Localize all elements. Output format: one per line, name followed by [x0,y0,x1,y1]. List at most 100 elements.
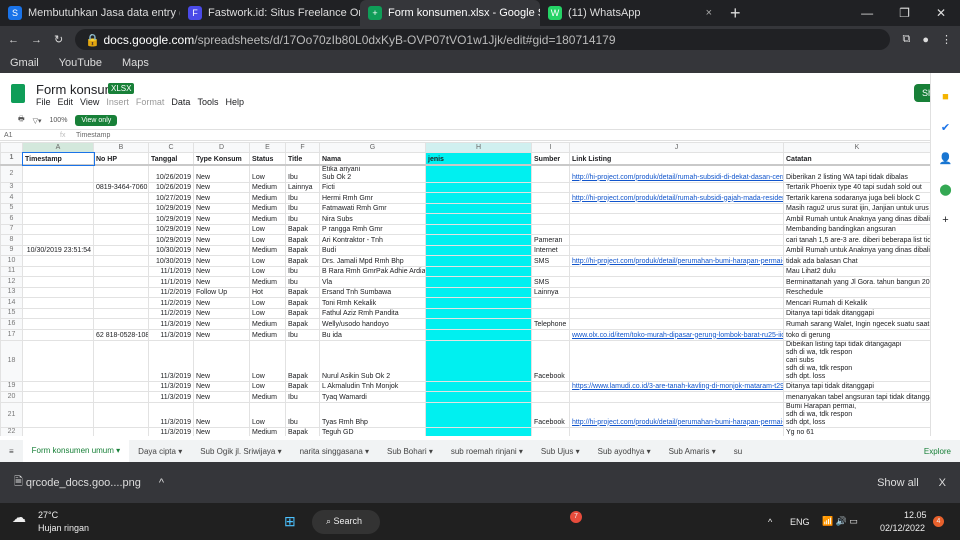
cell-a[interactable] [22,223,94,235]
cell-a[interactable] [22,296,94,309]
cell-e[interactable]: Low [249,296,286,309]
cell-k[interactable]: Masih ragu2 urus surat ijin, Janjian unt… [783,202,930,214]
sheet-tab[interactable]: Sub Ogik jl. Sriwijaya ▾ [191,447,290,456]
cell-b[interactable]: 0819-3464-7060 [93,181,149,193]
cell-d[interactable]: New [193,317,250,330]
cell-f[interactable]: Ibu [285,212,320,225]
cell-b[interactable] [93,254,149,267]
cell-b[interactable] [93,286,149,298]
cell-h[interactable] [425,202,532,214]
row-number[interactable]: 3 [0,181,23,193]
cell-a[interactable] [22,339,94,382]
profile-avatar[interactable]: ● [922,34,929,46]
cell-k[interactable]: Mau Lihat2 dulu [783,265,930,277]
cell-i[interactable]: Facebook [531,339,570,382]
cell-c[interactable]: 11/3/2019 [148,390,194,403]
cell-g[interactable]: Budi [319,244,426,256]
bookmark-youtube[interactable]: YouTube [59,57,102,69]
sheet-tab[interactable]: Daya cipta ▾ [129,447,191,456]
row-number[interactable]: 6 [0,212,23,225]
cell-j[interactable] [569,307,784,319]
cell-c[interactable]: 10/29/2019 [148,202,194,214]
row-number[interactable]: 8 [0,233,23,246]
cell-j[interactable]: http://hi-project.com/produk/detail/peru… [569,401,784,428]
cell-h[interactable] [425,339,532,382]
select-all-corner[interactable] [0,142,23,153]
cell-i[interactable] [531,181,570,193]
new-tab-button[interactable]: + [720,0,751,26]
column-header-a[interactable]: A [22,142,94,153]
cell-c[interactable]: 11/1/2019 [148,265,194,277]
cell-i[interactable]: SMS [531,254,570,267]
cell-f[interactable]: Ibu [285,202,320,214]
cell-h[interactable] [425,181,532,193]
cell-k[interactable]: Bumi Harapan permai, sdh di wa, tdk resp… [783,401,930,428]
cell-a[interactable] [22,286,94,298]
cell-f[interactable]: Bapak [285,426,320,436]
forward-icon[interactable]: → [31,34,42,46]
cell-d[interactable]: New [193,181,250,193]
cell-j[interactable] [569,212,784,225]
cell-e[interactable]: Medium [249,202,286,214]
tasks-icon[interactable]: ✔ [931,121,960,134]
add-sheet-button[interactable]: ≡ [0,447,23,456]
cell-b[interactable] [93,339,149,382]
close-icon[interactable]: X [939,477,946,489]
cell-i[interactable] [531,426,570,436]
cell-f[interactable]: Bapak [285,296,320,309]
row-number[interactable]: 16 [0,317,23,330]
cell-i[interactable]: Pameran [531,233,570,246]
cell-g[interactable]: Toni Rmh Kekalik [319,296,426,309]
menu-view[interactable]: View [80,97,99,107]
cell-j[interactable] [569,223,784,235]
browser-tab[interactable]: W (11) WhatsApp × [540,0,720,26]
cell-i[interactable] [531,223,570,235]
cell-c[interactable]: 11/3/2019 [148,380,194,392]
cell-d[interactable]: New [193,233,250,246]
cell-b[interactable] [93,265,149,277]
cell-e[interactable]: Low [249,380,286,392]
cell-c[interactable]: 11/2/2019 [148,307,194,319]
cell-e[interactable]: Low [249,339,286,382]
cell-j[interactable] [569,390,784,403]
header-cell[interactable]: Nama [319,152,426,166]
cell-h[interactable] [425,254,532,267]
clock-date[interactable]: 02/12/2022 [880,523,925,533]
cell-j[interactable] [569,233,784,246]
cell-a[interactable] [22,254,94,267]
cell-c[interactable]: 10/26/2019 [148,181,194,193]
cell-k[interactable]: menanyakan tabel angsuran tapi tidak dit… [783,390,930,403]
cell-d[interactable]: New [193,307,250,319]
cell-j[interactable]: http://hi-project.com/produk/detail/ruma… [569,191,784,204]
cell-d[interactable]: New [193,426,250,436]
cell-e[interactable]: Low [249,265,286,277]
header-cell[interactable]: Link Listing [569,152,784,166]
menu-insert[interactable]: Insert [106,97,129,107]
cell-j[interactable]: http://hi-project.com/produk/detail/peru… [569,254,784,267]
cell-a[interactable] [22,275,94,288]
cell-c[interactable]: 10/29/2019 [148,223,194,235]
show-all-button[interactable]: Show all [877,477,919,489]
print-icon[interactable]: 🖶 [18,115,25,126]
cell-g[interactable]: Etika ariyani Sub Ok 2 [319,164,426,183]
cell-g[interactable]: Nurul Asikin Sub Ok 2 [319,339,426,382]
cell-h[interactable] [425,164,532,183]
row-number[interactable]: 19 [0,380,23,392]
cell-a[interactable] [22,390,94,403]
name-box[interactable]: A1 [0,132,60,139]
cell-i[interactable] [531,380,570,392]
cell-b[interactable] [93,233,149,246]
header-cell[interactable]: jenis [425,152,532,166]
cell-i[interactable] [531,328,570,341]
cell-f[interactable]: Ibu [285,164,320,183]
cell-i[interactable]: Facebook [531,401,570,428]
cell-k[interactable]: Reschedule [783,286,930,298]
maps-icon[interactable]: ⬤ [931,183,960,196]
cell-d[interactable]: New [193,244,250,256]
cell-k[interactable]: Tertarik Phoenix type 40 tapi sudah sold… [783,181,930,193]
cell-h[interactable] [425,390,532,403]
cell-e[interactable]: Low [249,401,286,428]
column-header-i[interactable]: I [531,142,570,153]
column-header-c[interactable]: C [148,142,194,153]
cell-a[interactable] [22,307,94,319]
